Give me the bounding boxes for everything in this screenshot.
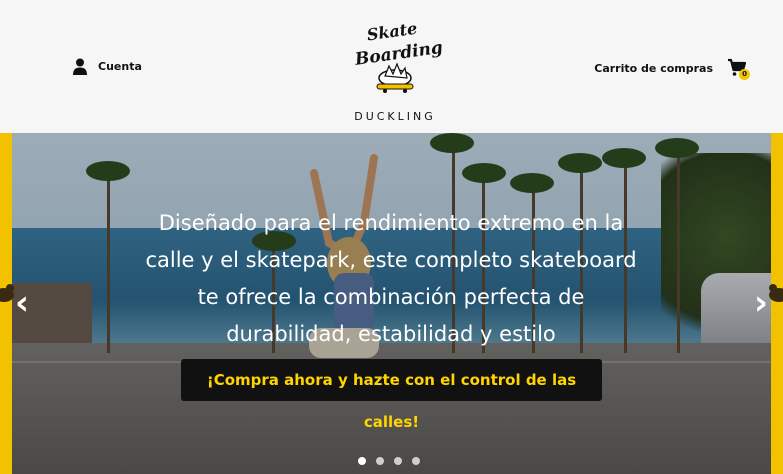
logo-line-boarding: Boarding xyxy=(353,38,444,70)
user-icon xyxy=(73,58,87,75)
duck-right-icon xyxy=(769,284,783,302)
shop-now-button[interactable]: ¡Compra ahora y hazte con el control de … xyxy=(181,359,602,431)
carousel-dot-2[interactable] xyxy=(376,457,384,465)
logo-line-duckling: DUCKLING xyxy=(354,110,436,123)
duck-skateboard-icon xyxy=(376,62,414,93)
logo-line-skate: Skate xyxy=(366,19,419,45)
carousel-indicators xyxy=(358,457,420,465)
brand-logo[interactable]: Skate Boarding DUCKLING xyxy=(345,16,445,128)
account-label: Cuenta xyxy=(98,60,142,73)
carousel-prev-arrow-icon[interactable]: ‹ xyxy=(15,283,29,323)
cart-link[interactable]: Carrito de compras 0 xyxy=(594,58,750,80)
carousel-next-arrow-icon[interactable]: › xyxy=(754,283,768,323)
hero-headline: Diseñado para el rendimiento extremo en … xyxy=(145,211,637,346)
cart-count-badge: 0 xyxy=(739,69,750,80)
carousel-dot-4[interactable] xyxy=(412,457,420,465)
duck-left-icon xyxy=(0,284,14,302)
account-link[interactable]: Cuenta xyxy=(72,58,142,75)
cart-label: Carrito de compras xyxy=(594,61,713,75)
site-header: Cuenta Skate Boarding DUCKLING Carrito d… xyxy=(0,0,783,133)
cart-icon-wrap[interactable]: 0 xyxy=(727,58,750,80)
hero-carousel: Diseñado para el rendimiento extremo en … xyxy=(0,133,783,474)
carousel-dot-3[interactable] xyxy=(394,457,402,465)
carousel-dot-1[interactable] xyxy=(358,457,366,465)
